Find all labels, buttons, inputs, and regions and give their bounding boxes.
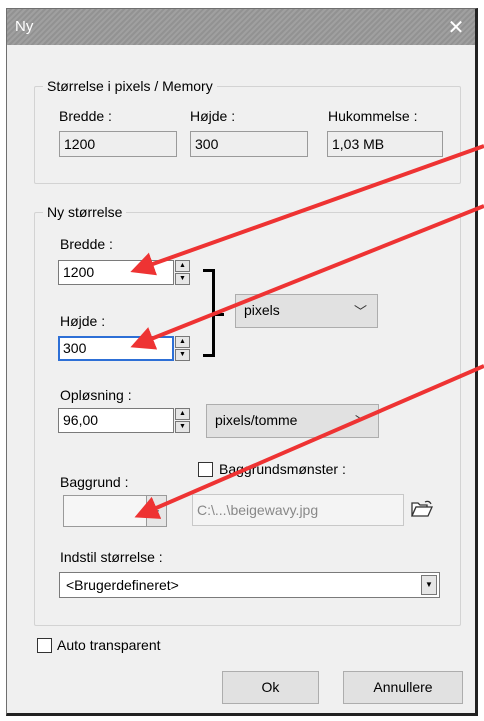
auto-transparent-checkbox[interactable] [37, 638, 52, 653]
dropdown-arrow-icon[interactable]: ▼ [421, 575, 437, 595]
window-title: Ny [15, 18, 34, 35]
memory-value: 1,03 MB [327, 131, 443, 157]
spin-up-icon[interactable]: ▲ [175, 336, 190, 348]
pattern-checkbox[interactable] [198, 462, 213, 477]
background-label: Baggrund : [60, 474, 129, 490]
close-icon[interactable]: ✕ [445, 15, 467, 40]
preset-value: <Brugerdefineret> [66, 577, 179, 593]
pattern-label: Baggrundsmønster : [219, 461, 346, 477]
spin-down-icon[interactable]: ▼ [175, 421, 190, 433]
resolution-unit-value: pixels/tomme [215, 412, 298, 428]
spin-up-icon[interactable]: ▲ [175, 408, 190, 420]
new-image-dialog: Ny ✕ Størrelse i pixels / Memory Bredde … [6, 8, 478, 716]
current-height-label: Højde : [190, 108, 236, 124]
background-color-picker[interactable]: ▼ [63, 495, 167, 527]
unit-dropdown[interactable]: pixels ﹀ [235, 294, 378, 328]
new-width-input[interactable]: 1200 [58, 260, 174, 285]
resolution-unit-dropdown[interactable]: pixels/tomme ﹀ [206, 404, 379, 438]
current-width-value: 1200 [59, 131, 177, 157]
spin-down-icon[interactable]: ▼ [175, 273, 190, 285]
memory-label: Hukommelse : [328, 108, 418, 124]
new-height-input[interactable]: 300 [58, 336, 174, 361]
new-height-stepper[interactable]: ▲ ▼ [175, 336, 190, 361]
new-height-label: Højde : [60, 313, 106, 329]
chevron-down-icon: ﹀ [353, 304, 367, 319]
cancel-button[interactable]: Annullere [343, 671, 463, 704]
aspect-link-bracket [203, 269, 224, 357]
resolution-input[interactable]: 96,00 [58, 408, 174, 433]
current-height-value: 300 [190, 131, 308, 157]
resolution-label: Opløsning : [60, 387, 132, 403]
preset-dropdown[interactable]: <Brugerdefineret> ▼ [59, 572, 440, 598]
chevron-down-icon: ﹀ [354, 414, 368, 429]
ok-button[interactable]: Ok [222, 671, 319, 704]
spin-down-icon[interactable]: ▼ [175, 349, 190, 361]
folder-open-icon[interactable] [411, 500, 433, 518]
new-width-stepper[interactable]: ▲ ▼ [175, 260, 190, 285]
resolution-stepper[interactable]: ▲ ▼ [175, 408, 190, 433]
title-bar: Ny ✕ [7, 9, 475, 45]
current-size-legend: Størrelse i pixels / Memory [43, 78, 217, 94]
new-size-legend: Ny størrelse [43, 204, 127, 220]
new-width-label: Bredde : [60, 236, 113, 252]
preset-label: Indstil størrelse : [60, 549, 163, 565]
dropdown-arrow-icon[interactable]: ▼ [146, 496, 166, 526]
pattern-path-input[interactable]: C:\...\beigewavy.jpg [192, 494, 404, 526]
current-width-label: Bredde : [59, 108, 112, 124]
auto-transparent-label: Auto transparent [57, 637, 161, 653]
unit-value: pixels [244, 302, 280, 318]
spin-up-icon[interactable]: ▲ [175, 260, 190, 272]
